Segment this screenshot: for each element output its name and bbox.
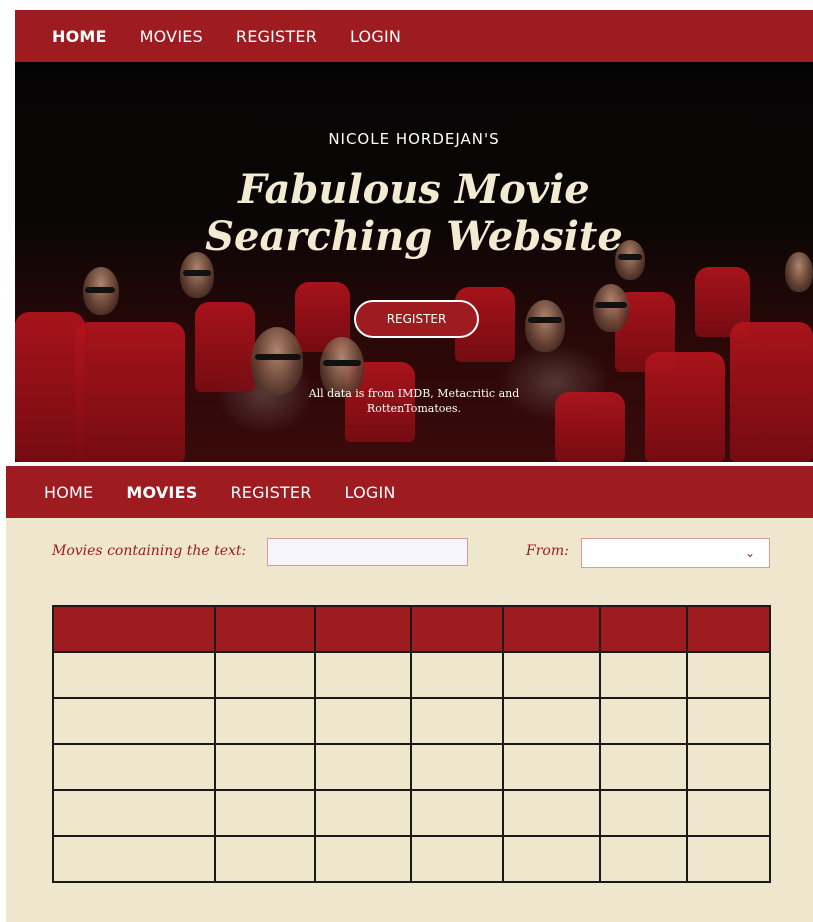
table-header-cell xyxy=(214,605,316,653)
hero-headline-line-2: Searching Website xyxy=(205,213,623,260)
data-source-note-line-2: RottenTomatoes. xyxy=(366,402,462,415)
nav-register[interactable]: REGISTER xyxy=(230,483,311,502)
chevron-down-icon: ⌄ xyxy=(744,546,755,560)
home-screen: HOME MOVIES REGISTER LOGIN NICOLE HORDEJ… xyxy=(15,10,813,462)
table-header-cell xyxy=(314,605,412,653)
table-row xyxy=(52,651,771,699)
nav-login[interactable]: LOGIN xyxy=(350,27,401,46)
table-cell xyxy=(52,835,216,883)
table-cell xyxy=(314,789,412,837)
table-cell xyxy=(314,743,412,791)
table-cell xyxy=(599,743,688,791)
table-header-cell xyxy=(502,605,601,653)
hero-content: NICOLE HORDEJAN'S Fabulous Movie Searchi… xyxy=(15,62,813,462)
table-header-cell xyxy=(599,605,688,653)
table-cell xyxy=(214,743,316,791)
table-header-cell xyxy=(410,605,504,653)
table-cell xyxy=(52,743,216,791)
table-row xyxy=(52,789,771,837)
nav-home[interactable]: HOME xyxy=(44,483,93,502)
nav-login[interactable]: LOGIN xyxy=(345,483,396,502)
table-cell xyxy=(214,789,316,837)
table-cell xyxy=(314,835,412,883)
table-cell xyxy=(52,651,216,699)
table-cell xyxy=(52,697,216,745)
table-cell xyxy=(214,651,316,699)
table-cell xyxy=(502,697,601,745)
home-nav-bar: HOME MOVIES REGISTER LOGIN xyxy=(15,10,813,62)
table-cell xyxy=(502,743,601,791)
data-source-note-line-1: All data is from IMDB, Metacritic and xyxy=(308,387,520,400)
table-cell xyxy=(410,651,504,699)
nav-register[interactable]: REGISTER xyxy=(236,27,317,46)
search-filters: Movies containing the text: From: ⌄ xyxy=(6,538,813,568)
hero-subtitle: NICOLE HORDEJAN'S xyxy=(328,130,500,148)
hero-headline: Fabulous Movie Searching Website xyxy=(15,166,813,260)
table-cell xyxy=(410,835,504,883)
table-header-cell xyxy=(52,605,216,653)
table-row xyxy=(52,697,771,745)
table-cell xyxy=(314,697,412,745)
table-header-cell xyxy=(686,605,771,653)
table-cell xyxy=(502,789,601,837)
table-cell xyxy=(410,697,504,745)
table-cell xyxy=(599,835,688,883)
movies-screen: HOME MOVIES REGISTER LOGIN Movies contai… xyxy=(6,466,813,922)
from-select[interactable]: ⌄ xyxy=(581,538,770,568)
nav-movies[interactable]: MOVIES xyxy=(140,27,203,46)
nav-movies[interactable]: MOVIES xyxy=(126,483,197,502)
hero-section: NICOLE HORDEJAN'S Fabulous Movie Searchi… xyxy=(15,62,813,462)
from-label: From: xyxy=(526,543,569,559)
table-cell xyxy=(599,651,688,699)
table-cell xyxy=(686,789,771,837)
table-header-row xyxy=(52,605,771,653)
table-cell xyxy=(502,835,601,883)
nav-home[interactable]: HOME xyxy=(52,27,107,46)
table-cell xyxy=(599,789,688,837)
table-cell xyxy=(686,651,771,699)
table-row xyxy=(52,743,771,791)
table-cell xyxy=(314,651,412,699)
table-cell xyxy=(686,743,771,791)
text-search-label: Movies containing the text: xyxy=(52,543,247,559)
table-cell xyxy=(214,835,316,883)
table-cell xyxy=(599,697,688,745)
movies-results-table xyxy=(52,605,771,883)
text-search-input[interactable] xyxy=(267,538,468,566)
movies-nav-bar: HOME MOVIES REGISTER LOGIN xyxy=(6,466,813,518)
table-cell xyxy=(52,789,216,837)
table-cell xyxy=(410,789,504,837)
table-cell xyxy=(686,697,771,745)
table-cell xyxy=(686,835,771,883)
table-row xyxy=(52,835,771,883)
hero-headline-line-1: Fabulous Movie xyxy=(238,166,590,213)
data-source-note: All data is from IMDB, Metacritic and Ro… xyxy=(15,386,813,416)
hero-register-button[interactable]: REGISTER xyxy=(354,300,479,338)
table-cell xyxy=(410,743,504,791)
table-cell xyxy=(214,697,316,745)
table-cell xyxy=(502,651,601,699)
